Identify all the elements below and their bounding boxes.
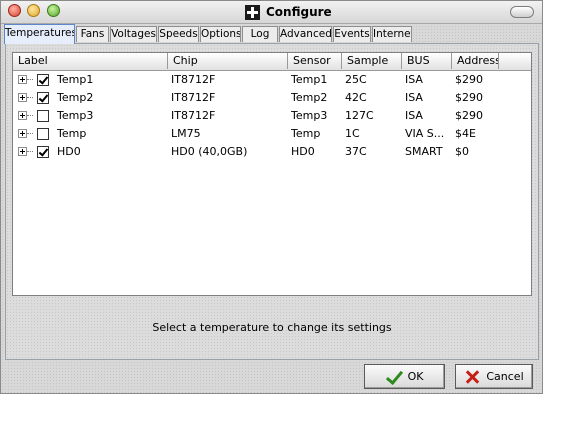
- cell-bus: SMART: [405, 145, 443, 158]
- cell-sensor: Temp: [291, 127, 321, 140]
- cell-sensor: HD0: [291, 145, 315, 158]
- cell-bus: ISA: [405, 91, 423, 104]
- row-enabled-checkbox[interactable]: [37, 74, 49, 86]
- cell-label: Temp: [57, 127, 87, 140]
- cell-sensor: Temp1: [291, 73, 328, 86]
- cell-address: $290: [455, 73, 483, 86]
- expand-icon[interactable]: [18, 111, 27, 120]
- cell-label: HD0: [57, 145, 81, 158]
- tab-fans[interactable]: Fans: [76, 26, 109, 42]
- expand-icon[interactable]: [18, 129, 27, 138]
- tab-speeds[interactable]: Speeds: [158, 26, 199, 42]
- cell-chip: LM75: [171, 127, 201, 140]
- cell-sample: 1C: [345, 127, 360, 140]
- tab-options[interactable]: Options: [200, 26, 241, 42]
- cancel-x-icon: [464, 369, 480, 385]
- cell-sensor: Temp2: [291, 91, 328, 104]
- cell-address: $0: [455, 145, 469, 158]
- tab-events[interactable]: Events: [333, 26, 371, 42]
- app-icon: [245, 4, 260, 20]
- cell-bus: VIA S...: [405, 127, 445, 140]
- cell-chip: IT8712F: [171, 109, 216, 122]
- cell-label: Temp2: [57, 91, 94, 104]
- cancel-button[interactable]: Cancel: [455, 364, 533, 389]
- zoom-window-icon[interactable]: [47, 4, 60, 17]
- cell-sensor: Temp3: [291, 109, 328, 122]
- cell-chip: IT8712F: [171, 73, 216, 86]
- tree-line: [27, 151, 33, 153]
- window-title: Configure: [266, 5, 332, 19]
- title-bar: Configure: [1, 1, 542, 24]
- toolbar-toggle-button[interactable]: [510, 6, 534, 18]
- tree-line: [27, 79, 33, 81]
- tab-temperatures[interactable]: Temperatures: [4, 24, 75, 44]
- tree-line: [27, 97, 33, 99]
- column-header-bus[interactable]: BUS: [402, 53, 452, 69]
- column-header-label[interactable]: Label: [13, 53, 168, 69]
- table-row[interactable]: HD0 HD0 (40,0GB) HD0 37C SMART $0: [13, 143, 531, 161]
- cell-address: $4E: [455, 127, 476, 140]
- expand-icon[interactable]: [18, 147, 27, 156]
- temperatures-panel: Label Chip Sensor Sample BUS Address Tem…: [5, 43, 539, 360]
- configure-window: Configure Temperatures Fans Voltages Spe…: [0, 0, 543, 394]
- row-enabled-checkbox[interactable]: [37, 110, 49, 122]
- cell-sample: 37C: [345, 145, 367, 158]
- list-header: Label Chip Sensor Sample BUS Address: [13, 53, 531, 71]
- column-header-sample[interactable]: Sample: [342, 53, 402, 69]
- row-enabled-checkbox[interactable]: [37, 128, 49, 140]
- cell-label: Temp3: [57, 109, 94, 122]
- close-window-icon[interactable]: [8, 4, 21, 17]
- cell-address: $290: [455, 91, 483, 104]
- checkmark-icon: [386, 369, 402, 385]
- status-hint: Select a temperature to change its setti…: [152, 321, 392, 334]
- cancel-button-label: Cancel: [486, 370, 524, 383]
- cell-chip: HD0 (40,0GB): [171, 145, 248, 158]
- table-row[interactable]: Temp3 IT8712F Temp3 127C ISA $290: [13, 107, 531, 125]
- tree-line: [27, 133, 33, 135]
- expand-icon[interactable]: [18, 93, 27, 102]
- cell-chip: IT8712F: [171, 91, 216, 104]
- column-header-address[interactable]: Address: [452, 53, 499, 69]
- tab-internet[interactable]: Internet: [372, 26, 412, 42]
- cell-sample: 127C: [345, 109, 374, 122]
- tab-advanced[interactable]: Advanced: [279, 26, 332, 42]
- column-header-chip[interactable]: Chip: [168, 53, 288, 69]
- cell-label: Temp1: [57, 73, 94, 86]
- cell-bus: ISA: [405, 109, 423, 122]
- table-row[interactable]: Temp2 IT8712F Temp2 42C ISA $290: [13, 89, 531, 107]
- tree-line: [27, 115, 33, 117]
- tab-log[interactable]: Log: [242, 26, 278, 42]
- table-row[interactable]: Temp1 IT8712F Temp1 25C ISA $290: [13, 71, 531, 89]
- tab-voltages[interactable]: Voltages: [110, 26, 157, 42]
- temperature-list[interactable]: Label Chip Sensor Sample BUS Address Tem…: [12, 52, 532, 296]
- column-header-sensor[interactable]: Sensor: [288, 53, 342, 69]
- window-title-area: Configure: [245, 4, 332, 20]
- cell-bus: ISA: [405, 73, 423, 86]
- cell-sample: 25C: [345, 73, 367, 86]
- expand-icon[interactable]: [18, 75, 27, 84]
- cell-sample: 42C: [345, 91, 367, 104]
- table-row[interactable]: Temp LM75 Temp 1C VIA S... $4E: [13, 125, 531, 143]
- minimize-window-icon[interactable]: [27, 4, 40, 17]
- row-enabled-checkbox[interactable]: [37, 92, 49, 104]
- cell-address: $290: [455, 109, 483, 122]
- ok-button-label: OK: [407, 370, 424, 383]
- ok-button[interactable]: OK: [364, 364, 445, 389]
- row-enabled-checkbox[interactable]: [37, 146, 49, 158]
